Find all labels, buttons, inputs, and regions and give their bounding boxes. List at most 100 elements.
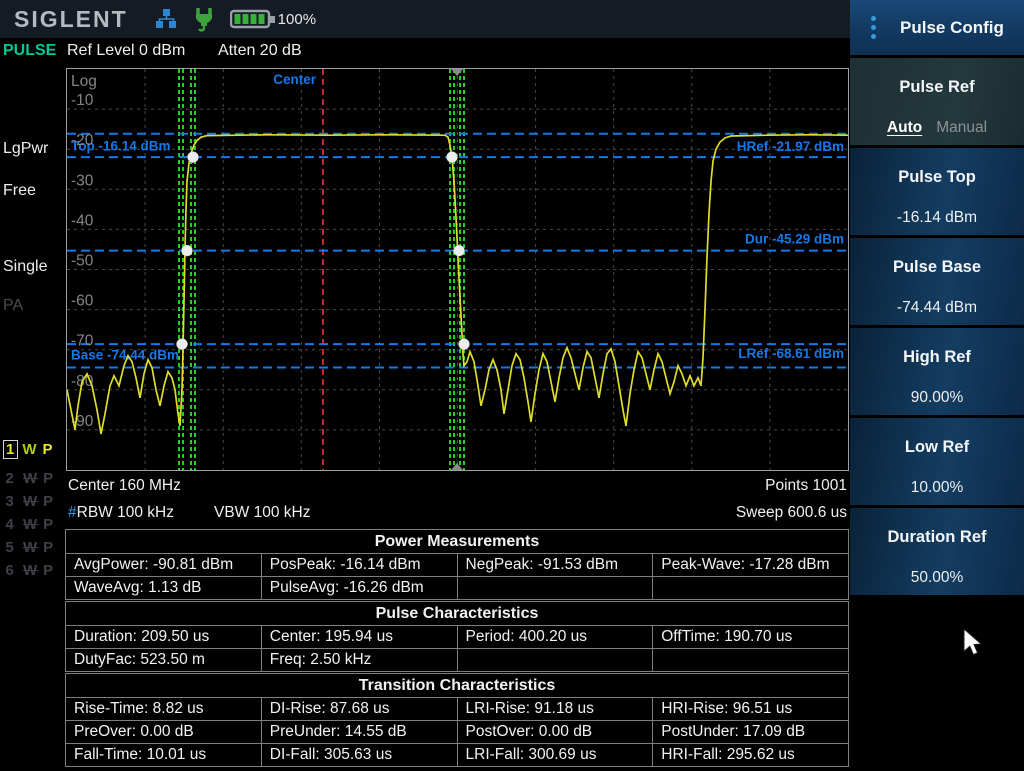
ref-line-label-dur: Dur -45.29 dBm (745, 232, 844, 247)
points-readout: Points 1001 (765, 477, 847, 495)
amp-scale-label: Log (71, 73, 97, 90)
table-cell (653, 577, 849, 600)
table-row: WaveAvg: 1.13 dBPulseAvg: -16.26 dBm (66, 577, 849, 600)
softkey-value: 90.00% (850, 389, 1024, 407)
y-tick-label: -70 (71, 333, 94, 350)
ref-line-label-lref: LRef -68.61 dBm (738, 346, 844, 361)
measurement-mode-label: PULSE (3, 42, 56, 60)
table-title: Power Measurements (66, 530, 849, 554)
trace-detector-flag: P (43, 493, 54, 510)
softkey-label: High Ref (850, 348, 1024, 367)
trace-indicator-6[interactable]: 6WP (3, 562, 54, 579)
table-cell: Freq: 2.50 kHz (261, 649, 457, 672)
table-cell: DI-Fall: 305.63 us (261, 744, 457, 767)
table-row: AvgPower: -90.81 dBmPosPeak: -16.14 dBmN… (66, 554, 849, 577)
table-cell: PulseAvg: -16.26 dBm (261, 577, 457, 600)
y-tick-label: -30 (71, 172, 94, 189)
atten-readout[interactable]: Atten 20 dB (218, 42, 302, 60)
softkey-label: Low Ref (850, 438, 1024, 457)
trace-indicator-3[interactable]: 3WP (3, 493, 54, 510)
softkey-label: Pulse Ref (850, 78, 1024, 97)
crossing-marker (182, 245, 193, 256)
y-tick-label: -10 (71, 92, 94, 109)
measurement-header-row: PULSE Ref Level 0 dBm Atten 20 dB (0, 42, 850, 66)
table-cell: Duration: 209.50 us (66, 626, 262, 649)
table-cell: Peak-Wave: -17.28 dBm (653, 554, 849, 577)
softkey-pulse-top[interactable]: Pulse Top-16.14 dBm (850, 148, 1024, 235)
trace-number: 6 (3, 562, 17, 579)
trace-detector-flag: P (43, 470, 54, 487)
trace-detector-flag: P (43, 539, 54, 556)
softkey-option-auto[interactable]: Auto (887, 119, 922, 136)
trace-write-flag: W (23, 562, 38, 579)
softkey-high-ref[interactable]: High Ref 90.00% (850, 328, 1024, 415)
mode-label-single: Single (3, 258, 47, 276)
softkey-value: -16.14 dBm (850, 209, 1024, 227)
softkey-value: -74.44 dBm (850, 299, 1024, 317)
center-marker-label: Center (273, 72, 317, 87)
trace-indicator-4[interactable]: 4WP (3, 516, 54, 533)
table-cell: Fall-Time: 10.01 us (66, 744, 262, 767)
menu-header-pulse-config[interactable]: Pulse Config (850, 0, 1024, 55)
softkey-pulse-ref[interactable]: Pulse Ref Auto Manual (850, 58, 1024, 145)
measurement-tables: Power MeasurementsAvgPower: -90.81 dBmPo… (65, 529, 849, 768)
softkey-menu: Pulse Config Pulse Ref Auto Manual Pulse To… (850, 0, 1024, 771)
table-cell: Rise-Time: 8.82 us (66, 698, 262, 721)
table-transition-characteristics: Transition CharacteristicsRise-Time: 8.8… (65, 673, 849, 767)
crossing-marker (188, 152, 199, 163)
y-tick-label: -50 (71, 253, 94, 270)
y-tick-label: -20 (71, 132, 94, 149)
table-row: DutyFac: 523.50 mFreq: 2.50 kHz (66, 649, 849, 672)
table-cell: PreUnder: 14.55 dB (261, 721, 457, 744)
softkey-low-ref[interactable]: Low Ref 10.00% (850, 418, 1024, 505)
battery-icon (230, 9, 276, 29)
trace-write-flag: W (23, 470, 38, 487)
trace-display-area[interactable]: CenterTop -16.14 dBmHRef -21.97 dBmDur -… (66, 68, 849, 471)
softkey-label: Duration Ref (850, 528, 1024, 547)
table-cell: PostOver: 0.00 dB (457, 721, 653, 744)
rbw-readout[interactable]: #RBW 100 kHz (68, 504, 174, 522)
ref-level-readout[interactable]: Ref Level 0 dBm (67, 42, 185, 60)
rbw-coupled-marker: # (68, 504, 77, 521)
table-cell: DutyFac: 523.50 m (66, 649, 262, 672)
trace-indicator-5[interactable]: 5WP (3, 539, 54, 556)
table-cell: PostUnder: 17.09 dB (653, 721, 849, 744)
kebab-menu-icon (860, 16, 886, 39)
trace-indicator-1[interactable]: 1WP (3, 440, 54, 459)
mode-label-free: Free (3, 182, 36, 200)
crossing-marker (447, 152, 458, 163)
sweep-annotation-row1: Center 160 MHz Points 1001 (66, 477, 849, 499)
mouse-cursor (962, 629, 988, 659)
trace-plot[interactable]: CenterTop -16.14 dBmHRef -21.97 dBmDur -… (67, 69, 848, 470)
softkey-option-manual[interactable]: Manual (936, 119, 987, 136)
trace-write-flag: W (22, 441, 37, 458)
table-cell: OffTime: 190.70 us (653, 626, 849, 649)
table-cell: HRI-Rise: 96.51 us (653, 698, 849, 721)
trace-detector-flag: P (43, 562, 54, 579)
signal-trace (67, 135, 848, 434)
y-tick-label: -40 (71, 212, 94, 229)
table-cell (457, 649, 653, 672)
table-cell: PosPeak: -16.14 dBm (261, 554, 457, 577)
trace-write-flag: W (23, 493, 38, 510)
ref-line-label-base: Base -74.44 dBm (71, 348, 179, 363)
trace-number: 5 (3, 539, 17, 556)
softkey-value: 10.00% (850, 479, 1024, 497)
trace-number: 2 (3, 470, 17, 487)
table-power-measurements: Power MeasurementsAvgPower: -90.81 dBmPo… (65, 529, 849, 600)
table-cell (457, 577, 653, 600)
trace-indicator-2[interactable]: 2WP (3, 470, 54, 487)
battery-percentage: 100% (278, 11, 316, 28)
table-cell: LRI-Rise: 91.18 us (457, 698, 653, 721)
softkey-pulse-base[interactable]: Pulse Base -74.44 dBm (850, 238, 1024, 325)
table-cell: LRI-Fall: 300.69 us (457, 744, 653, 767)
center-freq-readout[interactable]: Center 160 MHz (68, 477, 181, 495)
vbw-readout[interactable]: VBW 100 kHz (214, 504, 310, 522)
table-title: Pulse Characteristics (66, 602, 849, 626)
table-cell: NegPeak: -91.53 dBm (457, 554, 653, 577)
menu-title: Pulse Config (900, 18, 1004, 38)
lan-network-icon (154, 7, 178, 31)
softkey-duration-ref[interactable]: Duration Ref50.00% (850, 508, 1024, 595)
softkey-label: Pulse Base (850, 258, 1024, 277)
table-cell: WaveAvg: 1.13 dB (66, 577, 262, 600)
